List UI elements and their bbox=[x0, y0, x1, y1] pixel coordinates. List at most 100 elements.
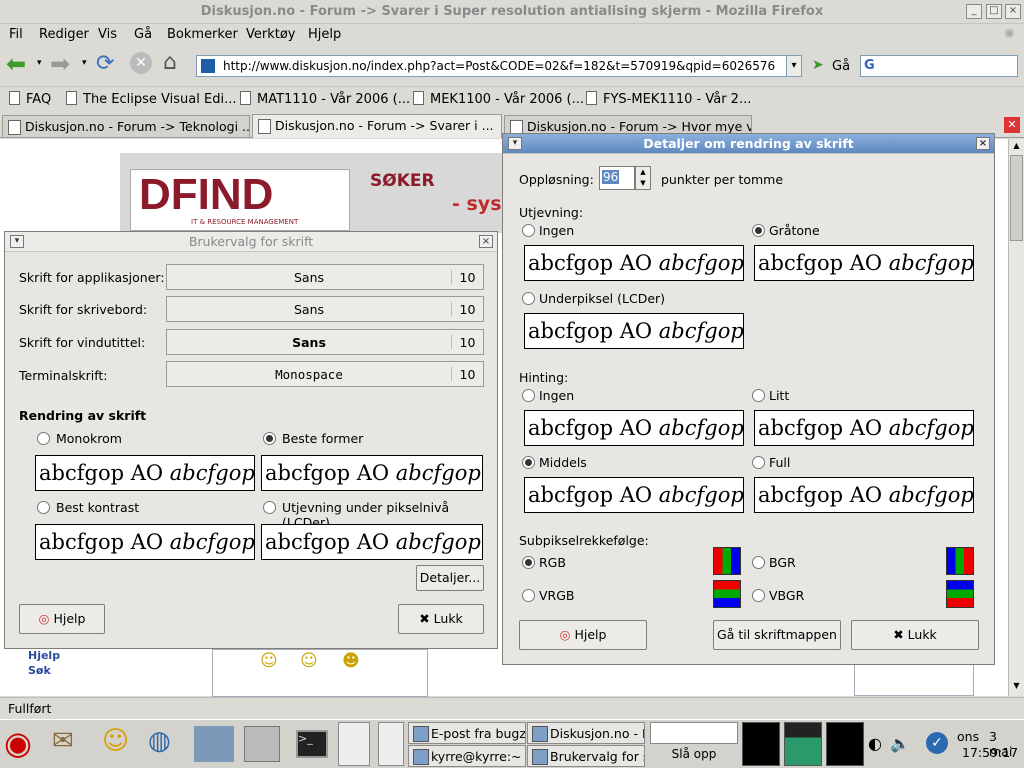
bookmark-item[interactable]: FYS-MEK1110 - Vår 2... bbox=[586, 91, 751, 107]
font-sample[interactable]: abcfgop AO abcfgop bbox=[524, 313, 744, 349]
minimize-button[interactable]: _ bbox=[966, 4, 982, 19]
option-label[interactable]: BGR bbox=[769, 555, 796, 570]
option-label[interactable]: Full bbox=[769, 455, 790, 470]
menu-bokmerker[interactable]: Bokmerker bbox=[167, 27, 238, 42]
close-icon[interactable]: × bbox=[976, 137, 990, 150]
help-button[interactable]: ◎ Hjelp bbox=[19, 604, 105, 634]
subpixel-rgb-radio[interactable] bbox=[522, 556, 535, 569]
application-font-button[interactable]: Sans 10 bbox=[166, 264, 484, 290]
help-button[interactable]: ◎ Hjelp bbox=[519, 620, 647, 650]
font-sample[interactable]: abcfgop AO abcfgop bbox=[524, 477, 744, 513]
tab-teknologi[interactable]: Diskusjon.no - Forum -> Teknologi ... bbox=[2, 115, 250, 137]
font-sample[interactable]: abcfgop AO abcfgop bbox=[524, 410, 744, 446]
tab-svarer[interactable]: Diskusjon.no - Forum -> Svarer i ... bbox=[252, 114, 502, 138]
font-sample[interactable]: abcfgop AO abcfgop bbox=[35, 524, 255, 560]
close-icon[interactable]: × bbox=[479, 235, 493, 248]
hinting-slight-radio[interactable] bbox=[752, 389, 765, 402]
dfind-logo[interactable]: DFIND IT & RESOURCE MANAGEMENT bbox=[130, 169, 350, 231]
update-icon[interactable]: ✓ bbox=[926, 732, 948, 754]
dictionary-input[interactable] bbox=[650, 722, 738, 744]
close-button[interactable]: ✖ Lukk bbox=[398, 604, 484, 634]
font-sample[interactable]: abcfgop AO abcfgop bbox=[754, 410, 974, 446]
calculator-launcher-icon[interactable] bbox=[244, 726, 280, 762]
option-label[interactable]: Beste former bbox=[282, 431, 363, 446]
forward-icon[interactable]: ➡ bbox=[50, 50, 70, 78]
smiley-icon[interactable]: ☻ bbox=[342, 651, 360, 671]
option-label[interactable]: Middels bbox=[539, 455, 587, 470]
url-bar[interactable]: http://www.diskusjon.no/index.php?act=Po… bbox=[196, 55, 788, 77]
go-icon[interactable]: ➤ bbox=[812, 57, 824, 73]
hinting-medium-radio[interactable] bbox=[522, 456, 535, 469]
font-sample[interactable]: abcfgop AO abcfgop bbox=[261, 524, 483, 560]
option-label[interactable]: Best kontrast bbox=[56, 500, 139, 515]
task-button[interactable]: kyrre@kyrre:~ bbox=[408, 745, 526, 767]
option-label[interactable]: Underpiksel (LCDer) bbox=[539, 291, 665, 306]
url-dropdown-icon[interactable]: ▾ bbox=[786, 55, 802, 77]
page-scrollbar[interactable]: ▲ ▼ bbox=[1008, 139, 1024, 696]
media-icon[interactable]: ◐ bbox=[868, 734, 882, 753]
option-label[interactable]: VBGR bbox=[769, 588, 804, 603]
close-tab-icon[interactable]: ✕ bbox=[1004, 117, 1020, 133]
subpixel-smoothing-radio[interactable] bbox=[263, 501, 276, 514]
scroll-thumb[interactable] bbox=[1010, 155, 1023, 241]
window-menu-icon[interactable]: ▾ bbox=[10, 235, 24, 248]
link-sok[interactable]: Søk bbox=[28, 664, 51, 677]
stop-icon[interactable]: ✕ bbox=[130, 52, 152, 74]
bookmark-item[interactable]: FAQ bbox=[9, 91, 51, 107]
forward-dropdown-icon[interactable]: ▾ bbox=[82, 58, 87, 68]
font-sample[interactable]: abcfgop AO abcfgop bbox=[754, 245, 974, 281]
link-hjelp[interactable]: Hjelp bbox=[28, 649, 60, 662]
task-button[interactable]: Diskusjon.no - F bbox=[527, 722, 645, 744]
option-label[interactable]: VRGB bbox=[539, 588, 575, 603]
bookmark-item[interactable]: MEK1100 - Vår 2006 (... bbox=[413, 91, 584, 107]
smoothing-subpixel-radio[interactable] bbox=[522, 292, 535, 305]
close-button[interactable]: ✖ Lukk bbox=[851, 620, 979, 650]
task-button[interactable]: Brukervalg for s bbox=[527, 745, 645, 767]
task-button[interactable]: E-post fra bugzi bbox=[408, 722, 526, 744]
dictionary-lookup-button[interactable]: Slå opp bbox=[650, 747, 738, 767]
option-label[interactable]: Ingen bbox=[539, 223, 574, 238]
best-shapes-radio[interactable] bbox=[263, 432, 276, 445]
hinting-none-radio[interactable] bbox=[522, 389, 535, 402]
browser-launcher-icon[interactable]: ◍ bbox=[148, 726, 171, 756]
font-sample[interactable]: abcfgop AO abcfgop bbox=[524, 245, 744, 281]
home-icon[interactable]: ⌂ bbox=[163, 50, 177, 75]
subpixel-vrgb-radio[interactable] bbox=[522, 589, 535, 602]
window-title-font-button[interactable]: Sans 10 bbox=[166, 329, 484, 355]
menu-vis[interactable]: Vis bbox=[98, 27, 117, 42]
volume-icon[interactable]: 🔈 bbox=[890, 734, 910, 753]
resolution-spinbox[interactable]: 96 bbox=[599, 166, 635, 190]
terminal-launcher-icon[interactable]: >_ bbox=[296, 730, 328, 758]
smiley-icon[interactable]: ☺ bbox=[260, 651, 278, 671]
maximize-button[interactable]: □ bbox=[986, 4, 1002, 19]
smoothing-none-radio[interactable] bbox=[522, 224, 535, 237]
font-sample[interactable]: abcfgop AO abcfgop bbox=[754, 477, 974, 513]
office-launcher-icon[interactable] bbox=[194, 726, 234, 762]
font-sample[interactable]: abcfgop AO abcfgop bbox=[261, 455, 483, 491]
go-button[interactable]: Gå bbox=[832, 59, 850, 74]
menu-fil[interactable]: Fil bbox=[9, 27, 23, 42]
smiley-icon[interactable]: ☺ bbox=[300, 651, 318, 671]
option-label[interactable]: Gråtone bbox=[769, 223, 820, 238]
launcher-icon[interactable]: ✉ bbox=[52, 726, 74, 756]
subpixel-bgr-radio[interactable] bbox=[752, 556, 765, 569]
reload-icon[interactable]: ⟳ bbox=[96, 51, 114, 76]
menu-hjelp[interactable]: Hjelp bbox=[308, 27, 341, 42]
back-icon[interactable]: ⬅ bbox=[6, 50, 26, 78]
hinting-full-radio[interactable] bbox=[752, 456, 765, 469]
back-dropdown-icon[interactable]: ▾ bbox=[37, 58, 42, 68]
scroll-down-icon[interactable]: ▼ bbox=[1010, 681, 1023, 694]
option-label[interactable]: Monokrom bbox=[56, 431, 122, 446]
window-menu-icon[interactable]: ▾ bbox=[508, 137, 522, 150]
menu-verktoy[interactable]: Verktøy bbox=[246, 27, 296, 42]
option-label[interactable]: RGB bbox=[539, 555, 566, 570]
option-label[interactable]: Ingen bbox=[539, 388, 574, 403]
workspace-switcher[interactable] bbox=[378, 722, 404, 766]
bookmark-item[interactable]: The Eclipse Visual Edi... bbox=[66, 91, 236, 107]
scroll-up-icon[interactable]: ▲ bbox=[1010, 141, 1023, 154]
spin-arrows-icon[interactable]: ▲ ▼ bbox=[635, 166, 651, 190]
workspace-switcher[interactable] bbox=[338, 722, 370, 766]
desktop-font-button[interactable]: Sans 10 bbox=[166, 296, 484, 322]
smoothing-grayscale-radio[interactable] bbox=[752, 224, 765, 237]
search-input[interactable]: G bbox=[860, 55, 1018, 77]
